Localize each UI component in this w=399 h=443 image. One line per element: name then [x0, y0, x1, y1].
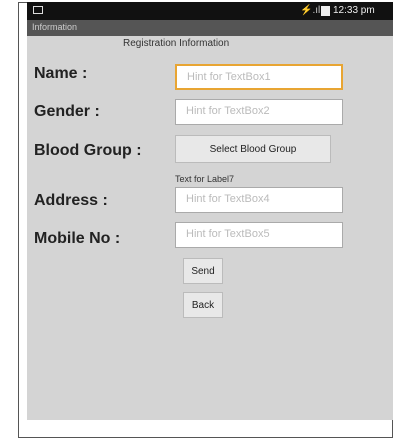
window-title: Information — [32, 22, 78, 32]
blood-group-label: Blood Group : — [34, 142, 142, 159]
battery-icon — [321, 6, 330, 16]
name-field[interactable]: Hint for TextBox1 — [175, 64, 343, 90]
blood-group-value-label: Text for Label7 — [175, 174, 235, 184]
signal-icon: ⚡.ıl — [300, 5, 321, 16]
mobile-label: Mobile No : — [34, 230, 121, 247]
phone-screen: ⚡.ıl 12:33 pm Information Registration I… — [27, 2, 393, 420]
back-button[interactable]: Back — [183, 292, 223, 318]
status-bar: ⚡.ıl 12:33 pm — [27, 2, 393, 20]
title-bar: Information — [27, 20, 393, 36]
notification-icon — [33, 6, 43, 14]
address-label: Address : — [34, 192, 108, 209]
select-blood-group-button[interactable]: Select Blood Group — [175, 135, 331, 163]
name-label: Name : — [34, 65, 88, 82]
gender-label: Gender : — [34, 103, 100, 120]
gender-field[interactable]: Hint for TextBox2 — [175, 99, 343, 125]
mobile-field[interactable]: Hint for TextBox5 — [175, 222, 343, 248]
send-button[interactable]: Send — [183, 258, 223, 284]
address-field[interactable]: Hint for TextBox4 — [175, 187, 343, 213]
clock: 12:33 pm — [333, 5, 375, 16]
form-header: Registration Information — [123, 38, 230, 49]
